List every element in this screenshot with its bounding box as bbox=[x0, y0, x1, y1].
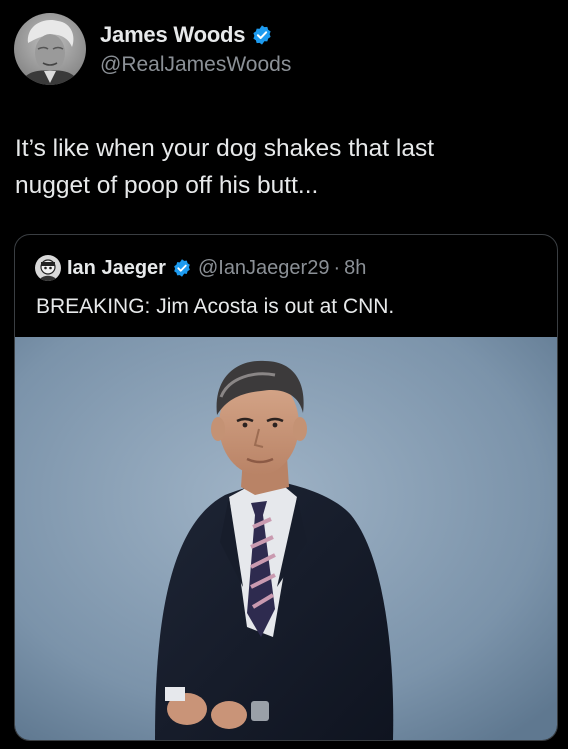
author-avatar-image bbox=[14, 13, 86, 85]
verified-badge-icon bbox=[251, 24, 273, 46]
author-name[interactable]: James Woods bbox=[100, 22, 246, 48]
tweet-text: It’s like when your dog shakes that last… bbox=[15, 135, 435, 199]
quoted-author-avatar-image bbox=[35, 255, 61, 281]
quoted-tweet-text: BREAKING: Jim Acosta is out at CNN. bbox=[36, 295, 395, 318]
quoted-author-handle[interactable]: @IanJaeger29 bbox=[198, 257, 330, 280]
quoted-tweet-card[interactable]: Ian Jaeger @IanJaeger29 · 8h BREAKING: J… bbox=[14, 234, 558, 741]
author-name-row[interactable]: James Woods bbox=[100, 22, 273, 48]
quoted-verified-badge-icon bbox=[172, 258, 192, 278]
quoted-author-name[interactable]: Ian Jaeger bbox=[67, 257, 166, 280]
author-avatar[interactable] bbox=[14, 13, 86, 85]
quoted-tweet-photo[interactable] bbox=[15, 337, 557, 740]
quoted-separator: · bbox=[333, 256, 341, 279]
tweet[interactable]: James Woods @RealJamesWoods It’s like wh… bbox=[0, 0, 568, 749]
portrait-photo bbox=[15, 337, 557, 740]
author-handle[interactable]: @RealJamesWoods bbox=[100, 53, 291, 77]
quoted-tweet-header: Ian Jaeger @IanJaeger29 · 8h bbox=[35, 255, 366, 281]
quoted-author-avatar[interactable] bbox=[35, 255, 61, 281]
quoted-timestamp[interactable]: 8h bbox=[344, 257, 366, 280]
